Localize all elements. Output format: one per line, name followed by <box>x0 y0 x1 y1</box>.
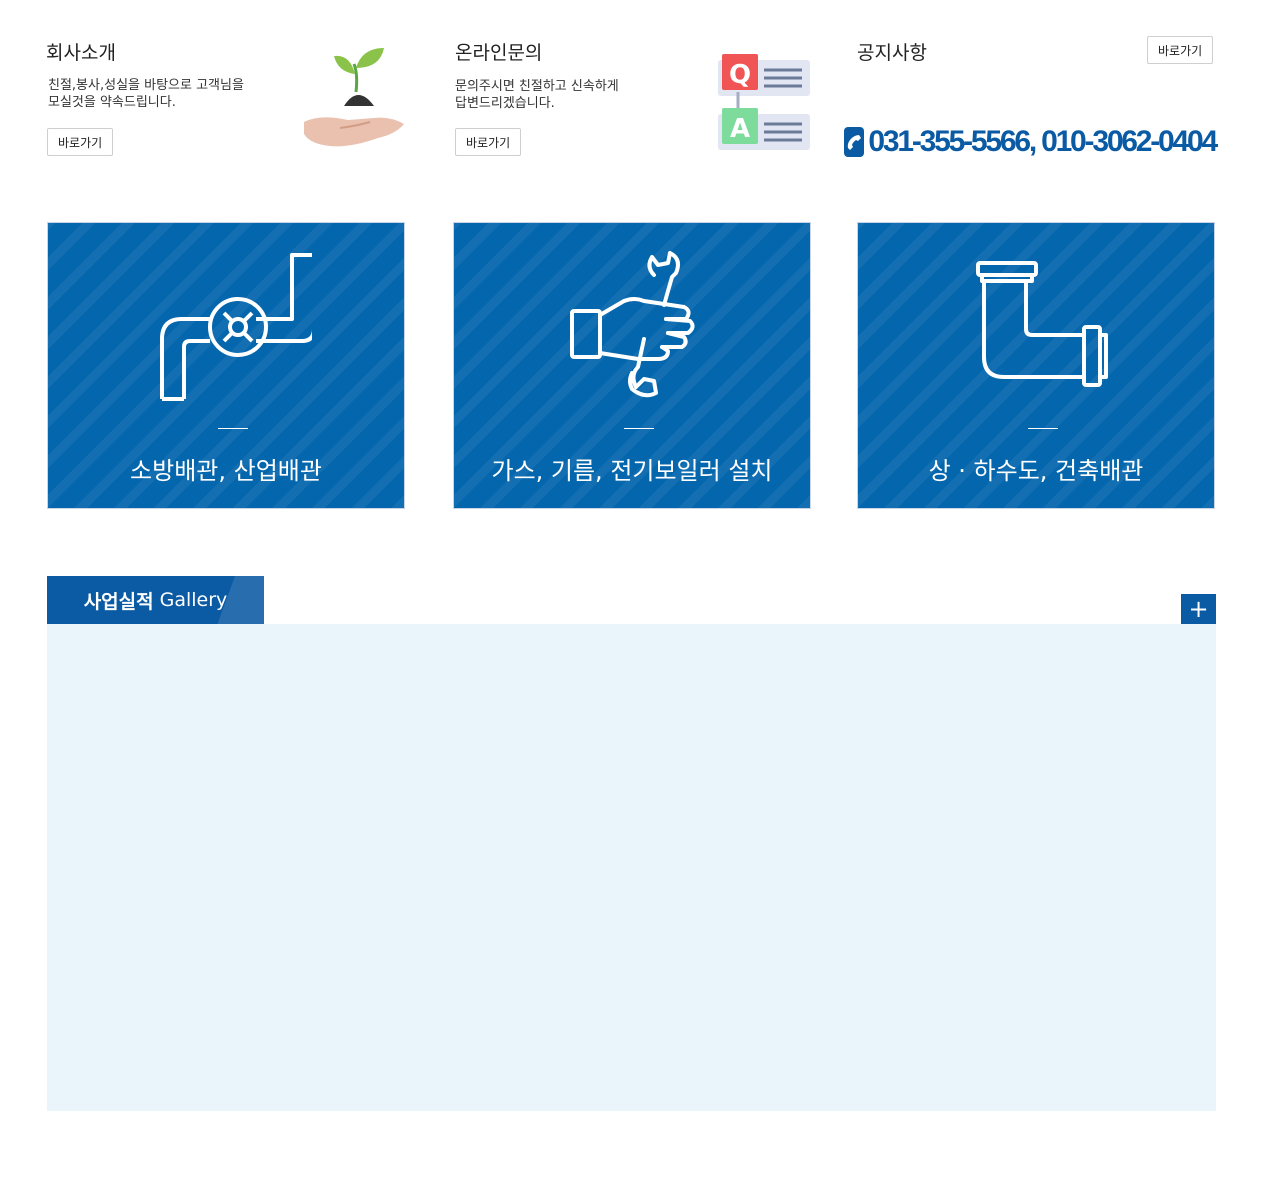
sprout-in-hand-icon <box>300 44 406 152</box>
inquiry-description: 문의주시면 친절하고 신속하게 답변드리겠습니다. <box>455 79 619 111</box>
card-divider <box>624 428 654 429</box>
service-card-label: 상 · 하수도, 건축배관 <box>928 457 1144 485</box>
notice-title: 공지사항 <box>857 42 927 64</box>
gallery-tab[interactable]: 사업실적 Gallery <box>47 576 264 624</box>
inquiry-title: 온라인문의 <box>455 42 543 64</box>
phone-number-block: 031-355-5566, 010-3062-0404 <box>844 124 1218 160</box>
phone-number-text: 031-355-5566, 010-3062-0404 <box>868 125 1218 158</box>
phone-icon <box>844 127 865 157</box>
card-divider <box>218 428 248 429</box>
inquiry-go-button[interactable]: 바로가기 <box>455 128 522 156</box>
elbow-pipe-icon <box>962 247 1122 407</box>
service-card-label: 소방배관, 산업배관 <box>130 457 322 485</box>
qa-icon: Q A <box>714 54 812 152</box>
company-go-button[interactable]: 바로가기 <box>47 128 114 156</box>
pipe-valve-icon <box>152 247 316 407</box>
qa-a-letter: A <box>730 114 750 144</box>
company-title: 회사소개 <box>46 42 116 64</box>
qa-q-letter: Q <box>729 60 751 90</box>
notice-go-button[interactable]: 바로가기 <box>1147 36 1214 64</box>
service-card-label: 가스, 기름, 전기보일러 설치 <box>491 457 773 485</box>
gallery-tab-title: 사업실적 <box>83 590 154 613</box>
hand-wrench-icon <box>558 247 718 407</box>
company-description: 친절,봉사,성실을 바탕으로 고객님을 모실것을 약속드립니다. <box>48 78 244 110</box>
card-divider <box>1028 428 1058 429</box>
gallery-tab-subtitle: Gallery <box>159 589 228 611</box>
service-card-boiler[interactable]: 가스, 기름, 전기보일러 설치 <box>453 222 811 509</box>
gallery-more-button[interactable]: + <box>1181 594 1216 624</box>
service-card-fire-pipe[interactable]: 소방배관, 산업배관 <box>47 222 405 509</box>
service-card-water-pipe[interactable]: 상 · 하수도, 건축배관 <box>857 222 1215 509</box>
gallery-content-area <box>47 624 1216 1111</box>
